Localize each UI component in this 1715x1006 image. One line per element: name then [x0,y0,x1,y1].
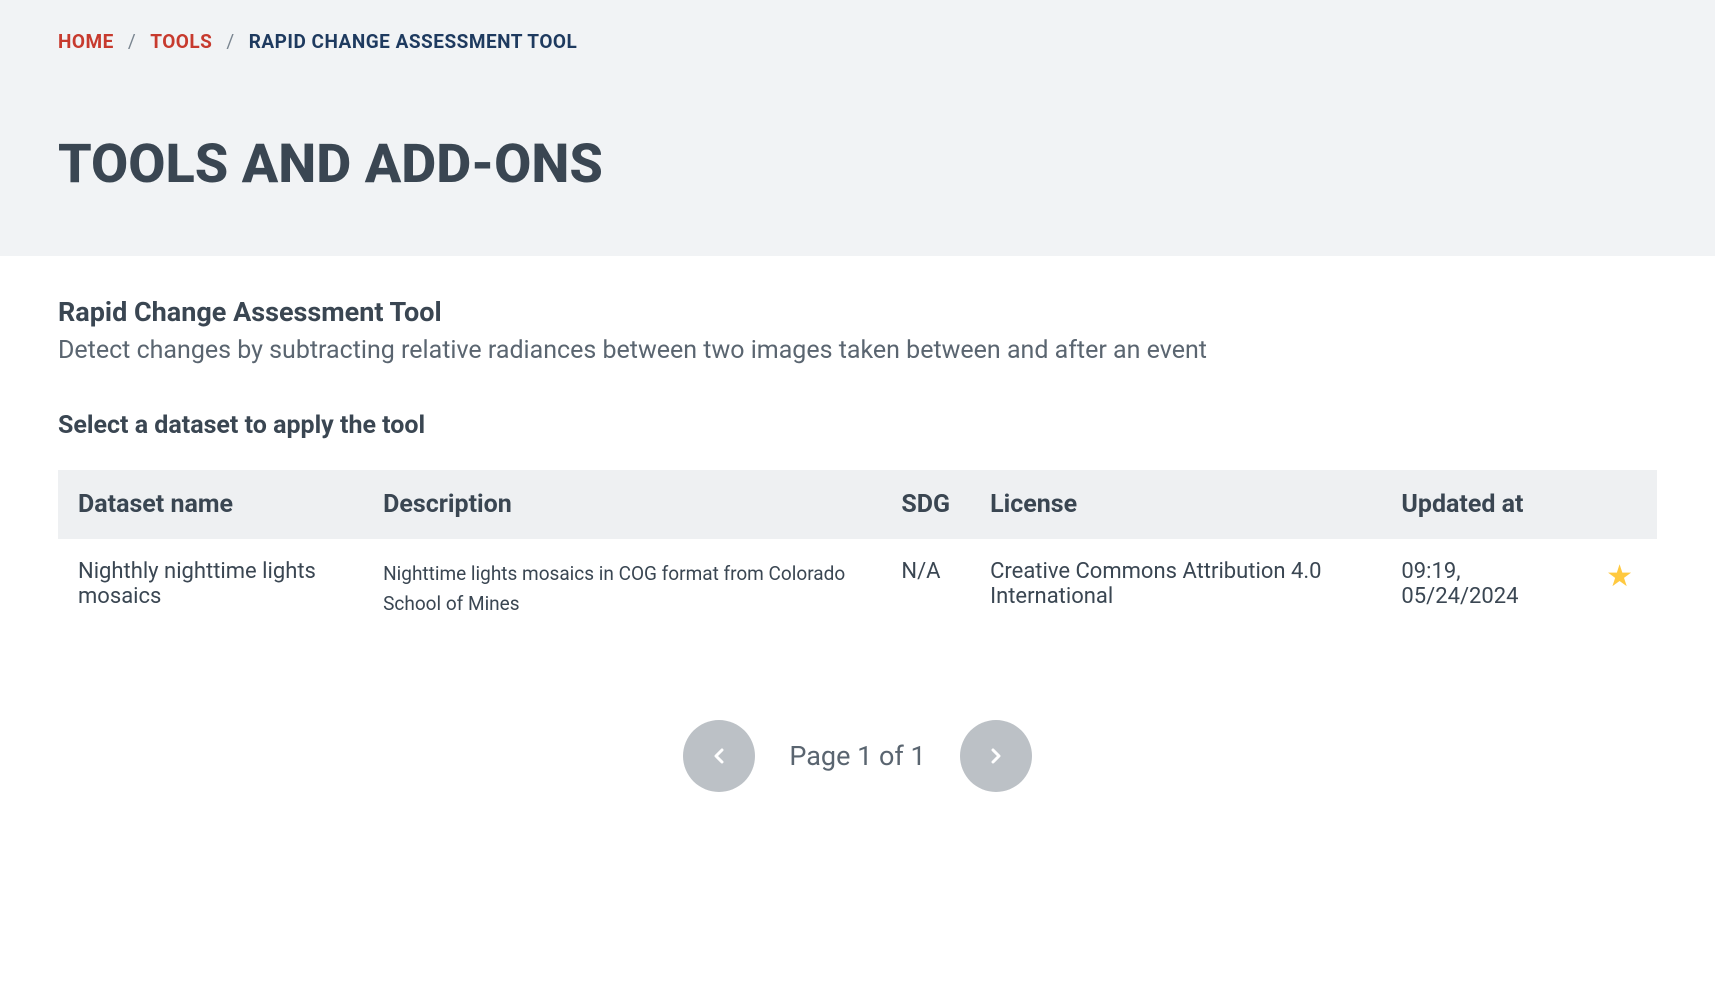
table-row[interactable]: Nighthly nighttime lights mosaics Nightt… [58,539,1657,640]
cell-favorite: ★ [1586,539,1657,640]
cell-sdg: N/A [881,539,970,640]
header-license: License [970,470,1381,539]
star-icon[interactable]: ★ [1606,559,1633,594]
select-dataset-label: Select a dataset to apply the tool [58,411,1657,440]
header-dataset-name: Dataset name [58,470,363,539]
header-section: HOME / TOOLS / RAPID CHANGE ASSESSMENT T… [0,0,1715,256]
header-updated-at: Updated at [1381,470,1586,539]
breadcrumb-current: RAPID CHANGE ASSESSMENT TOOL [249,30,578,53]
header-sdg: SDG [881,470,970,539]
cell-updated-at: 09:19, 05/24/2024 [1381,539,1586,640]
tool-description: Detect changes by subtracting relative r… [58,336,1657,365]
chevron-left-icon [707,744,731,768]
breadcrumb: HOME / TOOLS / RAPID CHANGE ASSESSMENT T… [58,30,1657,53]
breadcrumb-separator: / [128,30,136,53]
header-description: Description [363,470,881,539]
tool-title: Rapid Change Assessment Tool [58,296,1657,328]
page-title: TOOLS AND ADD-ONS [58,133,1657,196]
dataset-table: Dataset name Description SDG License Upd… [58,470,1657,640]
pagination-next-button[interactable] [960,720,1032,792]
breadcrumb-home-link[interactable]: HOME [58,30,114,53]
pagination: Page 1 of 1 [58,720,1657,792]
chevron-right-icon [984,744,1008,768]
breadcrumb-tools-link[interactable]: TOOLS [150,30,212,53]
pagination-text: Page 1 of 1 [789,740,925,772]
cell-description: Nighttime lights mosaics in COG format f… [363,539,881,640]
table-header-row: Dataset name Description SDG License Upd… [58,470,1657,539]
breadcrumb-separator: / [226,30,234,53]
cell-license: Creative Commons Attribution 4.0 Interna… [970,539,1381,640]
cell-dataset-name: Nighthly nighttime lights mosaics [58,539,363,640]
header-star [1586,470,1657,539]
pagination-prev-button[interactable] [683,720,755,792]
content-section: Rapid Change Assessment Tool Detect chan… [0,256,1715,832]
